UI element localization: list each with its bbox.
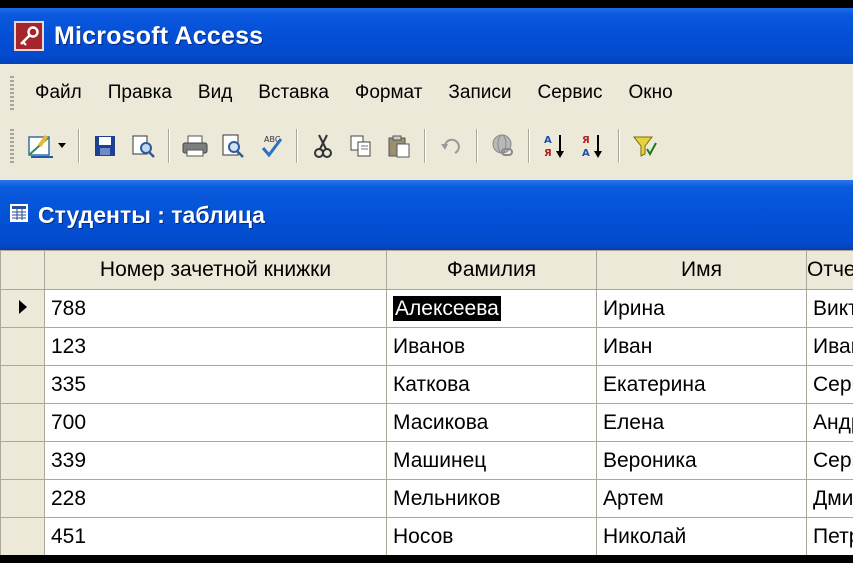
cell-last-name[interactable]: Алексеева [386,289,597,328]
undo-icon[interactable] [436,130,466,162]
menu-file[interactable]: Файл [22,82,95,104]
cell-record-book[interactable]: 335 [44,365,387,404]
column-header-record-book[interactable]: Номер зачетной книжки [44,250,387,290]
table-row: 788 Алексеева Ирина Викторовна [0,289,853,328]
cell-patronymic[interactable]: Петрович [806,517,853,555]
sort-ascending-icon[interactable]: A Я [540,130,570,162]
menu-view[interactable]: Вид [185,82,245,104]
paste-icon[interactable] [384,130,414,162]
record-selector[interactable] [0,441,45,480]
cell-patronymic[interactable]: Дмитриевич [806,479,853,518]
toolbar-separator [528,129,530,163]
print-icon[interactable] [180,130,210,162]
table-row: 700 Масикова Елена Андреевна [0,403,853,442]
cell-first-name[interactable]: Екатерина [596,365,807,404]
cell-patronymic[interactable]: Иванович [806,327,853,366]
copy-icon[interactable] [346,130,376,162]
record-selector[interactable] [0,517,45,555]
print-preview-icon[interactable] [218,130,248,162]
table-row: 335 Каткова Екатерина Сергеевна [0,365,853,404]
save-icon[interactable] [90,130,120,162]
cell-patronymic[interactable]: Сергеевна [806,365,853,404]
cell-first-name[interactable]: Николай [596,517,807,555]
select-all-corner[interactable] [0,250,45,290]
menu-edit[interactable]: Правка [95,82,185,104]
current-record-arrow-icon [18,299,27,314]
datasheet-grid: Номер зачетной книжки Фамилия Имя Отчест… [0,250,853,555]
svg-text:A: A [582,148,590,159]
table-datasheet-window: Студенты : таблица Номер зачетной книжки… [0,180,853,555]
cell-patronymic[interactable]: Андреевна [806,403,853,442]
cell-last-name[interactable]: Машинец [386,441,597,480]
toolbar-separator [424,129,426,163]
cell-last-name[interactable]: Мельников [386,479,597,518]
cell-record-book[interactable]: 228 [44,479,387,518]
toolbar-separator [476,129,478,163]
menu-bar: Файл Правка Вид Вставка Формат Записи Се… [0,70,853,116]
window-title: Microsoft Access [54,21,264,50]
cell-record-book[interactable]: 339 [44,441,387,480]
cell-last-name[interactable]: Носов [386,517,597,555]
cell-first-name[interactable]: Иван [596,327,807,366]
column-header-last-name[interactable]: Фамилия [386,250,597,290]
datasheet-title-bar[interactable]: Студенты : таблица [0,180,853,250]
cell-last-name[interactable]: Каткова [386,365,597,404]
access-window: Microsoft Access Файл Правка Вид Вставка… [0,8,853,555]
menu-grip[interactable] [10,76,14,110]
column-header-first-name[interactable]: Имя [596,250,807,290]
cell-record-book[interactable]: 123 [44,327,387,366]
svg-text:A: A [544,135,552,146]
design-view-dropdown-icon[interactable] [56,130,68,162]
cell-patronymic[interactable]: Сергеевна [806,441,853,480]
svg-text:Я: Я [582,135,590,146]
cut-icon[interactable] [308,130,338,162]
cell-patronymic[interactable]: Викторовна [806,289,853,328]
table-icon [10,204,28,226]
toolbar-separator [78,129,80,163]
cell-first-name[interactable]: Вероника [596,441,807,480]
access-key-icon [14,21,44,51]
menu-insert[interactable]: Вставка [245,82,342,104]
menu-records[interactable]: Записи [435,82,524,104]
svg-text:Я: Я [544,148,552,159]
table-row: 339 Машинец Вероника Сергеевна [0,441,853,480]
cell-first-name[interactable]: Елена [596,403,807,442]
table-row: 228 Мельников Артем Дмитриевич [0,479,853,518]
cell-first-name[interactable]: Артем [596,479,807,518]
record-selector[interactable] [0,327,45,366]
datasheet-title: Студенты : таблица [38,201,265,228]
menu-tools[interactable]: Сервис [524,82,615,104]
cell-last-name[interactable]: Масикова [386,403,597,442]
cell-record-book[interactable]: 700 [44,403,387,442]
title-bar[interactable]: Microsoft Access [0,8,853,64]
sort-descending-icon[interactable]: Я A [578,130,608,162]
record-selector[interactable] [0,403,45,442]
cell-record-book[interactable]: 788 [44,289,387,328]
hyperlink-icon[interactable] [488,130,518,162]
column-header-patronymic[interactable]: Отчество [806,250,853,290]
toolbar-separator [618,129,620,163]
header-row: Номер зачетной книжки Фамилия Имя Отчест… [0,250,853,290]
table-row: 451 Носов Николай Петрович [0,517,853,555]
menu-format[interactable]: Формат [342,82,436,104]
design-view-icon[interactable] [26,130,56,162]
record-selector[interactable] [0,365,45,404]
record-selector[interactable] [0,479,45,518]
record-selector[interactable] [0,289,45,328]
toolbar-separator [296,129,298,163]
spelling-icon[interactable]: ABC [256,130,286,162]
file-search-icon[interactable] [128,130,158,162]
filter-icon[interactable] [630,130,660,162]
toolbar-grip[interactable] [10,129,14,163]
cell-first-name[interactable]: Ирина [596,289,807,328]
menu-window[interactable]: Окно [616,82,686,104]
toolbar-separator [168,129,170,163]
cell-last-name[interactable]: Иванов [386,327,597,366]
table-row: 123 Иванов Иван Иванович [0,327,853,366]
selected-text: Алексеева [393,295,501,321]
database-toolbar: ABC A Я Я A [0,120,853,172]
cell-record-book[interactable]: 451 [44,517,387,555]
